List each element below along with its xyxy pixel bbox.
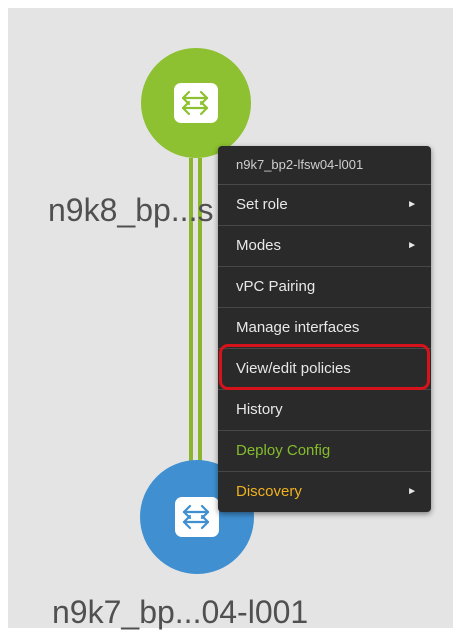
menu-item-modes[interactable]: Modes ► xyxy=(218,226,431,267)
node-label-top: n9k8_bp...s xyxy=(48,192,214,228)
triangle-right-icon: ► xyxy=(407,486,417,497)
menu-item-label: Set role xyxy=(236,196,288,213)
switch-arrows-icon xyxy=(174,83,218,123)
menu-item-label: Deploy Config xyxy=(236,442,331,459)
menu-item-label: View/edit policies xyxy=(236,360,351,377)
context-menu: n9k7_bp2-lfsw04-l001 Set role ► Modes ► … xyxy=(218,146,431,512)
menu-item-deploy-config[interactable]: Deploy Config xyxy=(218,431,431,472)
node-label-bottom: n9k7_bp...04-l001 xyxy=(52,594,309,630)
menu-item-label: History xyxy=(236,401,283,418)
triangle-right-icon: ► xyxy=(407,199,417,210)
menu-item-discovery[interactable]: Discovery ► xyxy=(218,472,431,512)
menu-item-set-role[interactable]: Set role ► xyxy=(218,185,431,226)
menu-item-label: vPC Pairing xyxy=(236,278,316,295)
triangle-right-icon: ► xyxy=(407,240,417,251)
menu-item-view-edit-policies[interactable]: View/edit policies xyxy=(218,349,431,390)
switch-node-top[interactable] xyxy=(141,48,251,158)
menu-item-label: Manage interfaces xyxy=(236,319,360,336)
menu-item-history[interactable]: History xyxy=(218,390,431,431)
menu-item-label: Modes xyxy=(236,237,282,254)
menu-item-vpc-pairing[interactable]: vPC Pairing xyxy=(218,267,431,308)
context-menu-header: n9k7_bp2-lfsw04-l001 xyxy=(218,146,431,185)
switch-arrows-icon xyxy=(175,497,219,537)
menu-item-manage-interfaces[interactable]: Manage interfaces xyxy=(218,308,431,349)
menu-item-label: Discovery xyxy=(236,483,302,500)
